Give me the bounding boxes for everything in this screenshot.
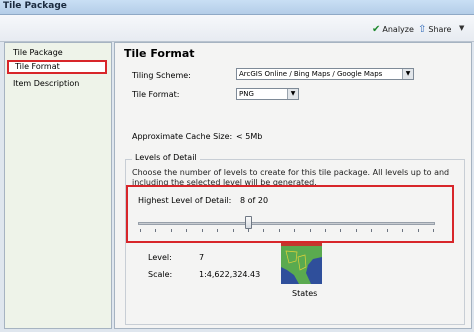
page-title: Tile Format [124, 47, 195, 60]
slider-tick [371, 229, 373, 232]
level-slider-thumb[interactable] [244, 216, 252, 229]
slider-tick [170, 229, 172, 232]
sidebar-item-label: Item Description [13, 79, 80, 88]
share-label: Share [428, 24, 452, 34]
preview-caption: States [292, 289, 318, 298]
slider-tick [278, 229, 280, 232]
chevron-down-icon: ▼ [287, 89, 298, 99]
sidebar-item-label: Tile Package [13, 48, 63, 57]
slider-tick [155, 229, 157, 232]
cache-size-value: < 5Mb [236, 132, 263, 141]
slider-tick [140, 229, 141, 232]
slider-tick [309, 229, 311, 232]
main-panel: Tile Format Tiling Scheme: ArcGIS Online… [114, 42, 472, 329]
chevron-down-icon[interactable]: ▼ [459, 24, 464, 32]
sidebar-item-item-description[interactable]: Item Description [7, 77, 107, 91]
checkmark-icon: ✔ [372, 23, 381, 35]
slider-tick [402, 229, 404, 232]
cache-size-label: Approximate Cache Size: [132, 132, 233, 141]
share-button[interactable]: ⇧ Share [418, 22, 451, 36]
sidebar-item-tile-format[interactable]: Tile Format [7, 60, 107, 74]
levels-group-title: Levels of Detail [132, 153, 200, 162]
slider-tick [217, 229, 219, 232]
slider-tick [232, 229, 234, 232]
slider-tick [294, 229, 296, 232]
sidebar: Tile Package Tile Format Item Descriptio… [4, 42, 112, 329]
slider-tick [263, 229, 265, 232]
toolbar: ✔ Analyze ⇧ Share ▼ [0, 15, 474, 42]
scale-value: 1:4,622,324.43 [199, 270, 261, 279]
slider-tick [433, 229, 434, 232]
slider-tick [247, 229, 249, 232]
highlight-box [126, 185, 454, 243]
scale-label: Scale: [148, 270, 173, 279]
level-label: Level: [148, 253, 172, 262]
tiling-scheme-label: Tiling Scheme: [132, 71, 191, 80]
analyze-label: Analyze [382, 24, 414, 34]
tile-format-value: PNG [239, 90, 254, 98]
slider-tick [355, 229, 357, 232]
highest-level-value: 8 of 20 [240, 196, 269, 205]
chevron-down-icon: ▼ [402, 69, 413, 79]
level-value: 7 [199, 253, 205, 262]
tiling-scheme-select[interactable]: ArcGIS Online / Bing Maps / Google Maps … [236, 68, 414, 80]
window-title: Tile Package [3, 1, 67, 11]
analyze-button[interactable]: ✔ Analyze [372, 22, 414, 36]
share-icon: ⇧ [418, 23, 427, 35]
slider-tick [186, 229, 188, 232]
title-bar: Tile Package [0, 0, 474, 15]
highest-level-label: Highest Level of Detail: [138, 196, 232, 205]
tile-format-label: Tile Format: [132, 90, 180, 99]
slider-tick [201, 229, 203, 232]
slider-tick [386, 229, 388, 232]
sidebar-item-label: Tile Format [15, 62, 60, 71]
slider-tick [417, 229, 419, 232]
slider-tick [340, 229, 342, 232]
level-slider-track[interactable] [138, 222, 435, 225]
tile-format-select[interactable]: PNG ▼ [236, 88, 299, 100]
tiling-scheme-value: ArcGIS Online / Bing Maps / Google Maps [239, 70, 383, 78]
slider-tick [325, 229, 327, 232]
map-preview [281, 243, 322, 284]
sidebar-item-tile-package[interactable]: Tile Package [7, 46, 107, 60]
